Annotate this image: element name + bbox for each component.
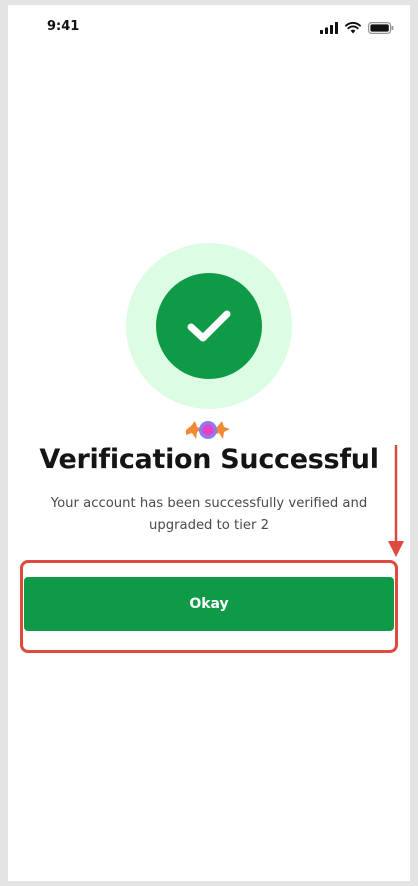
- status-bar: 9:41: [8, 5, 410, 49]
- status-icons: [320, 22, 394, 34]
- page-title: Verification Successful: [39, 444, 379, 475]
- arrow-down-icon: [388, 445, 404, 557]
- success-message: Your account has been successfully verif…: [50, 496, 368, 533]
- confetti-icon: [186, 421, 230, 439]
- success-circle: [156, 273, 262, 379]
- success-badge: [126, 243, 292, 409]
- status-time: 9:41: [47, 19, 80, 34]
- signal-icon: [320, 22, 338, 34]
- battery-icon: [368, 22, 394, 34]
- wifi-icon: [345, 22, 361, 34]
- okay-button[interactable]: Okay: [24, 577, 394, 631]
- checkmark-icon: [187, 310, 231, 342]
- phone-screen: 9:41 Verification Successful Your accoun…: [8, 5, 410, 881]
